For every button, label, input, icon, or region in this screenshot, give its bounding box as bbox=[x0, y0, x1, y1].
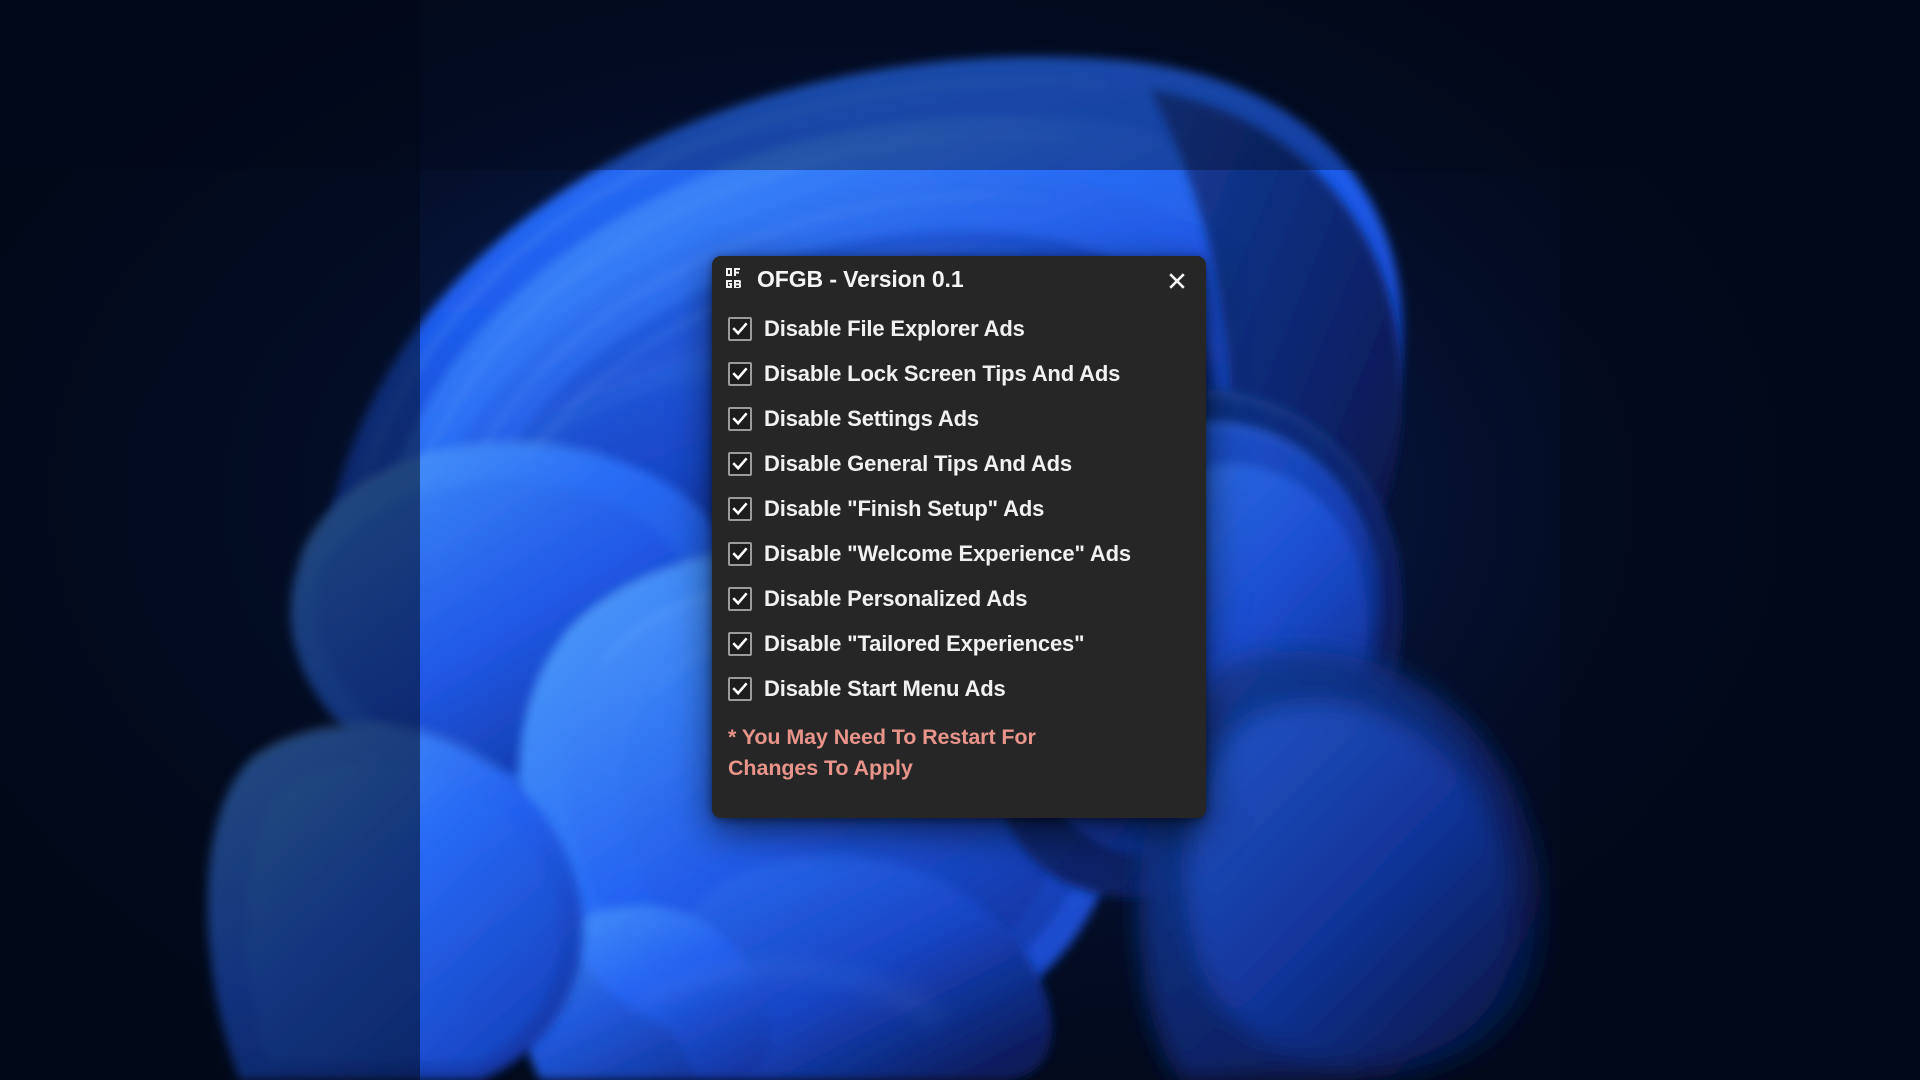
ad-toggle-row-2[interactable]: Disable Settings Ads bbox=[728, 396, 1206, 441]
ad-toggle-label: Disable Start Menu Ads bbox=[764, 675, 1006, 701]
checkbox-checked-icon[interactable] bbox=[728, 676, 752, 701]
ad-toggle-row-3[interactable]: Disable General Tips And Ads bbox=[728, 441, 1206, 486]
ad-toggle-row-1[interactable]: Disable Lock Screen Tips And Ads bbox=[728, 351, 1206, 396]
checkbox-checked-icon[interactable] bbox=[728, 586, 752, 611]
ad-toggle-row-0[interactable]: Disable File Explorer Ads bbox=[728, 306, 1206, 351]
ad-toggle-label: Disable "Tailored Experiences" bbox=[764, 630, 1085, 656]
checkbox-checked-icon[interactable] bbox=[728, 496, 752, 521]
desktop-background: OFGB - Version 0.1 Disable File Explorer… bbox=[0, 0, 1920, 1080]
ad-toggle-label: Disable General Tips And Ads bbox=[764, 450, 1072, 476]
ad-toggle-label: Disable "Welcome Experience" Ads bbox=[764, 540, 1131, 566]
checkbox-checked-icon[interactable] bbox=[728, 316, 752, 341]
close-icon[interactable] bbox=[1162, 266, 1192, 296]
checkbox-checked-icon[interactable] bbox=[728, 451, 752, 476]
checkbox-checked-icon[interactable] bbox=[728, 541, 752, 566]
ofgb-logo-icon bbox=[725, 265, 755, 295]
ad-toggle-label: Disable Settings Ads bbox=[764, 405, 980, 431]
ad-toggle-list: Disable File Explorer Ads Disable Lock S… bbox=[712, 304, 1206, 711]
ad-toggle-label: Disable "Finish Setup" Ads bbox=[764, 495, 1045, 521]
checkbox-checked-icon[interactable] bbox=[728, 631, 752, 656]
ad-toggle-label: Disable Personalized Ads bbox=[764, 585, 1028, 611]
window-title: OFGB - Version 0.1 bbox=[757, 266, 964, 292]
ad-toggle-row-6[interactable]: Disable Personalized Ads bbox=[728, 576, 1206, 621]
ad-toggle-row-8[interactable]: Disable Start Menu Ads bbox=[728, 666, 1206, 711]
ad-toggle-row-7[interactable]: Disable "Tailored Experiences" bbox=[728, 621, 1206, 666]
ad-toggle-row-5[interactable]: Disable "Welcome Experience" Ads bbox=[728, 531, 1206, 576]
ad-toggle-row-4[interactable]: Disable "Finish Setup" Ads bbox=[728, 486, 1206, 531]
ad-toggle-label: Disable Lock Screen Tips And Ads bbox=[764, 360, 1121, 386]
window-titlebar[interactable]: OFGB - Version 0.1 bbox=[712, 256, 1206, 304]
ad-toggle-label: Disable File Explorer Ads bbox=[764, 315, 1025, 341]
ofgb-app-window: OFGB - Version 0.1 Disable File Explorer… bbox=[712, 256, 1206, 818]
checkbox-checked-icon[interactable] bbox=[728, 406, 752, 431]
checkbox-checked-icon[interactable] bbox=[728, 361, 752, 386]
restart-warning-note: * You May Need To Restart For Changes To… bbox=[728, 725, 1036, 780]
